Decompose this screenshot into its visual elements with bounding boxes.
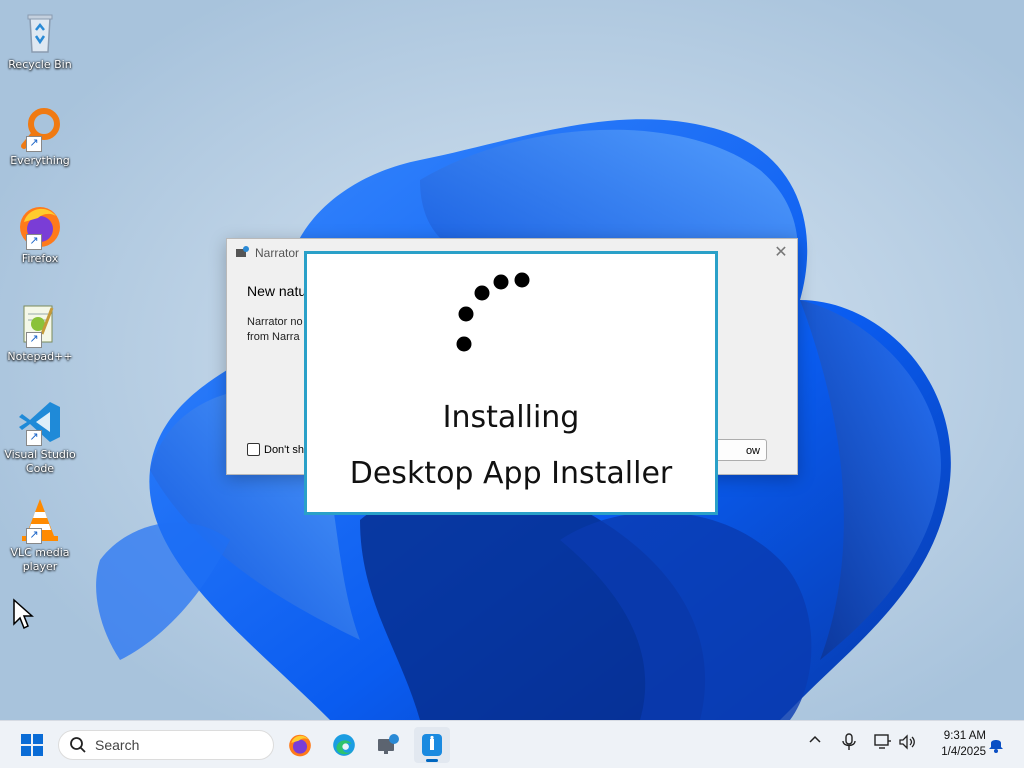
desktop-icon-everything[interactable]: ↗ Everything (2, 104, 78, 168)
taskbar-edge-button[interactable] (326, 727, 362, 763)
desktop-icon-recycle-bin[interactable]: Recycle Bin (2, 8, 78, 72)
desktop-icon-vlc[interactable]: ↗ VLC media player (2, 496, 78, 574)
installing-status-text: Installing (442, 400, 580, 435)
notepad-plus-plus-icon: ↗ (16, 300, 64, 348)
dont-show-checkbox-row[interactable]: Don't sh (247, 443, 304, 456)
desktop-icon-vscode[interactable]: ↗ Visual Studio Code (2, 398, 78, 476)
clock-time: 9:31 AM (943, 730, 986, 742)
narrator-heading: New natu (247, 283, 307, 299)
search-placeholder: Search (95, 737, 140, 753)
network-icon[interactable] (874, 733, 892, 755)
narrator-app-icon (236, 246, 249, 257)
everything-search-icon: ↗ (16, 104, 64, 152)
desktop-icon-label: Notepad++ (7, 350, 73, 363)
close-icon[interactable]: ✕ (771, 243, 791, 263)
desktop: Recycle Bin ↗ Everything ↗ Firefox ↗ Not… (0, 0, 1024, 720)
desktop-icon-label: Firefox (21, 252, 59, 265)
active-app-indicator (426, 759, 438, 762)
firefox-icon (289, 734, 311, 757)
search-box[interactable]: Search (58, 730, 274, 760)
desktop-icon-label: Everything (10, 154, 70, 167)
dont-show-label: Don't sh (264, 443, 305, 456)
vlc-icon: ↗ (16, 496, 64, 544)
edge-icon (333, 734, 355, 756)
taskbar: Search 9:31 AM 1/4/2025 (0, 720, 1024, 768)
start-button[interactable] (14, 727, 50, 763)
taskbar-firefox-button[interactable] (282, 727, 318, 763)
taskbar-app-installer-button[interactable] (414, 727, 450, 763)
taskbar-narrator-button[interactable] (370, 727, 406, 763)
mouse-pointer-icon (13, 598, 34, 630)
windows-logo-icon (21, 734, 43, 756)
desktop-icon-notepad-plus-plus[interactable]: ↗ Notepad++ (2, 300, 78, 364)
shortcut-arrow-icon: ↗ (26, 136, 42, 152)
app-installer-icon (422, 734, 442, 756)
narrator-body-text: Narrator no from Narra (247, 315, 307, 345)
notification-bell-icon[interactable] (988, 735, 1004, 757)
shortcut-arrow-icon: ↗ (26, 332, 42, 348)
clock-date: 1/4/2025 (941, 746, 986, 758)
narrator-title: Narrator (255, 246, 300, 260)
vscode-icon: ↗ (16, 398, 64, 446)
desktop-icon-label: Visual Studio Code (4, 448, 76, 475)
narrator-body-line: Narrator no (247, 316, 303, 328)
firefox-icon: ↗ (16, 202, 64, 250)
volume-icon[interactable] (898, 733, 916, 755)
installing-panel: Installing Desktop App Installer (304, 251, 718, 515)
desktop-icon-label: Recycle Bin (8, 58, 72, 71)
shortcut-arrow-icon: ↗ (26, 430, 42, 446)
shortcut-arrow-icon: ↗ (26, 234, 42, 250)
desktop-icon-firefox[interactable]: ↗ Firefox (2, 202, 78, 266)
show-hidden-icons-chevron-icon[interactable] (808, 733, 822, 751)
desktop-icon-label: VLC media player (10, 546, 70, 573)
shortcut-arrow-icon: ↗ (26, 528, 42, 544)
system-clock[interactable]: 9:31 AM 1/4/2025 (924, 728, 986, 760)
loading-spinner-icon (456, 272, 530, 352)
narrator-body-line: from Narra (247, 331, 300, 343)
installing-app-name: Desktop App Installer (349, 456, 673, 491)
search-icon (70, 737, 86, 753)
dont-show-checkbox[interactable] (247, 443, 260, 456)
microphone-icon[interactable] (842, 733, 856, 755)
narrator-icon (378, 734, 399, 754)
recycle-bin-icon (16, 8, 64, 56)
